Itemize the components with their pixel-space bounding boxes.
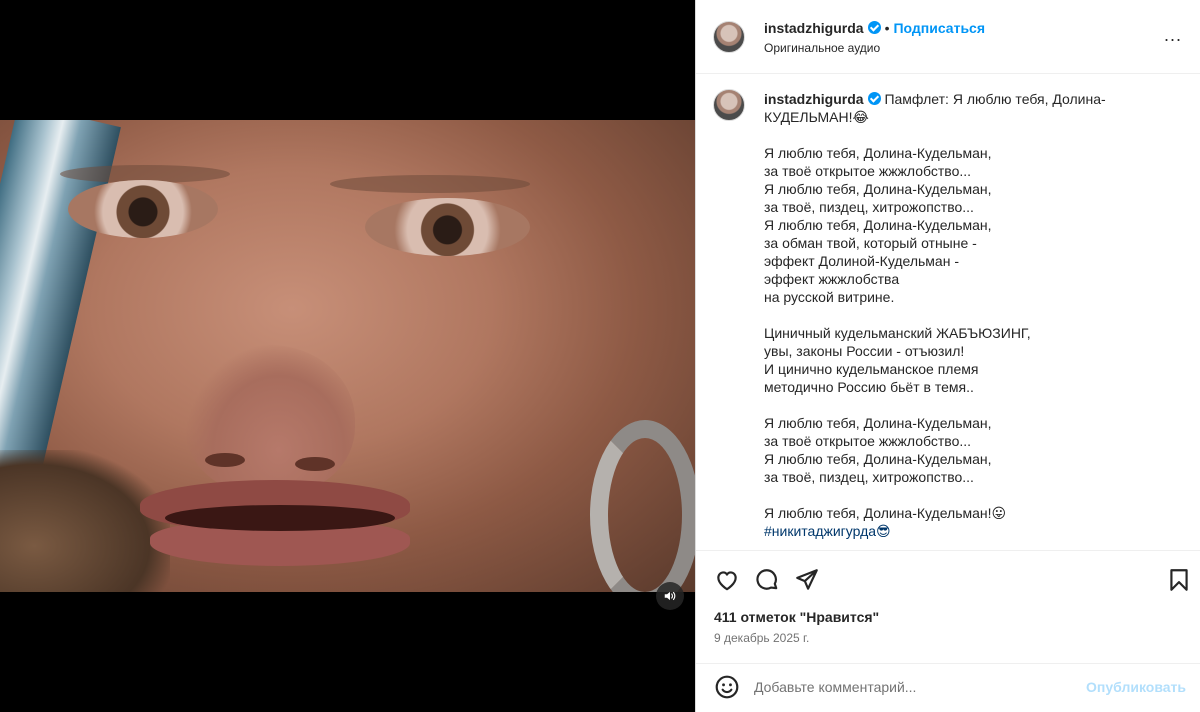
share-icon[interactable]	[794, 567, 820, 593]
video-frame-nose	[185, 345, 355, 495]
separator-dot: •	[884, 20, 890, 36]
caption-line: увы, законы России - отъюзил!	[764, 343, 965, 359]
caption-line: методично Россию бьёт в темя..	[764, 379, 974, 395]
caption-line: Я люблю тебя, Долина-Кудельман,	[764, 451, 992, 467]
video-player[interactable]	[0, 120, 695, 592]
caption-line: за твоё, пиздец, хитрожопство...	[764, 469, 974, 485]
comment-icon[interactable]	[754, 567, 780, 593]
video-frame-earring	[590, 420, 695, 592]
original-audio-link[interactable]: Оригинальное аудио	[764, 41, 880, 55]
header-user-line: instadzhigurda • Подписаться	[764, 20, 985, 36]
caption-line: Я люблю тебя, Долина-Кудельман!😛	[764, 505, 1007, 521]
caption-line: Циничный кудельманский ЖАБЪЮЗИНГ,	[764, 325, 1031, 341]
post-side-panel: instadzhigurda • Подписаться Оригинальное …	[695, 0, 1200, 712]
verified-badge-icon	[867, 92, 881, 105]
caption-line: на русской витрине.	[764, 289, 895, 305]
caption-heading: instadzhigurda Памфлет: Я люблю тебя, До…	[764, 90, 1174, 126]
caption-line: Я люблю тебя, Долина-Кудельман,	[764, 181, 992, 197]
caption-area[interactable]: instadzhigurda Памфлет: Я люблю тебя, До…	[696, 74, 1200, 550]
caption-line: Я люблю тебя, Долина-Кудельман,	[764, 415, 992, 431]
video-frame-nostril	[205, 453, 245, 467]
caption-line: за твоё открытое жжжлобство...	[764, 163, 972, 179]
follow-button[interactable]: Подписаться	[893, 20, 985, 36]
post-comment-button[interactable]: Опубликовать	[1086, 679, 1186, 695]
caption-stanza: Я люблю тебя, Долина-Кудельман, за твоё …	[764, 144, 1174, 306]
video-frame-left-eye	[68, 180, 218, 238]
caption-line: за твоё открытое жжжлобство...	[764, 433, 972, 449]
video-frame-hair	[0, 450, 170, 592]
post-date: 9 декабрь 2025 г.	[714, 631, 810, 645]
caption-line: эффект жжжлобства	[764, 271, 900, 287]
caption-line: И цинично кудельманское племя	[764, 361, 979, 377]
caption-line: за твоё, пиздец, хитрожопство...	[764, 199, 974, 215]
caption-line: за обман твой, который отныне -	[764, 235, 977, 251]
bookmark-icon[interactable]	[1166, 567, 1192, 593]
speaker-icon	[664, 591, 676, 601]
video-frame-right-eye	[365, 198, 530, 256]
media-viewer[interactable]	[0, 0, 695, 712]
avatar[interactable]	[713, 89, 745, 121]
avatar[interactable]	[713, 21, 745, 53]
caption-stanza: Циничный кудельманский ЖАБЪЮЗИНГ, увы, з…	[764, 324, 1174, 396]
caption-stanza: Я люблю тебя, Долина-Кудельман, за твоё …	[764, 414, 1174, 486]
caption-line: эффект Долиной-Кудельман -	[764, 253, 959, 269]
username-link[interactable]: instadzhigurda	[764, 20, 864, 36]
username-link[interactable]: instadzhigurda	[764, 91, 864, 107]
video-frame-mouth	[165, 505, 395, 531]
emoji-icon[interactable]	[714, 674, 740, 700]
more-options-button[interactable]: ...	[1164, 26, 1182, 44]
post-header: instadzhigurda • Подписаться Оригинальное …	[696, 0, 1200, 74]
comment-bar: Опубликовать	[696, 663, 1200, 712]
caption-line: Я люблю тебя, Долина-Кудельман,	[764, 217, 992, 233]
likes-count[interactable]: 411 отметок "Нравится"	[714, 609, 879, 625]
video-frame-nostril	[295, 457, 335, 471]
caption-line: Я люблю тебя, Долина-Кудельман,	[764, 145, 992, 161]
hashtag-link[interactable]: #никитаджигурда😎	[764, 522, 1174, 540]
audio-toggle-button[interactable]	[656, 582, 684, 610]
caption-text: instadzhigurda Памфлет: Я люблю тебя, До…	[764, 90, 1174, 540]
post-actions: 411 отметок "Нравится" 9 декабрь 2025 г.…	[696, 550, 1200, 700]
heart-icon[interactable]	[714, 567, 740, 593]
comment-input[interactable]	[754, 676, 1074, 698]
video-frame-right-brow	[330, 175, 530, 193]
verified-badge-icon	[867, 21, 881, 34]
